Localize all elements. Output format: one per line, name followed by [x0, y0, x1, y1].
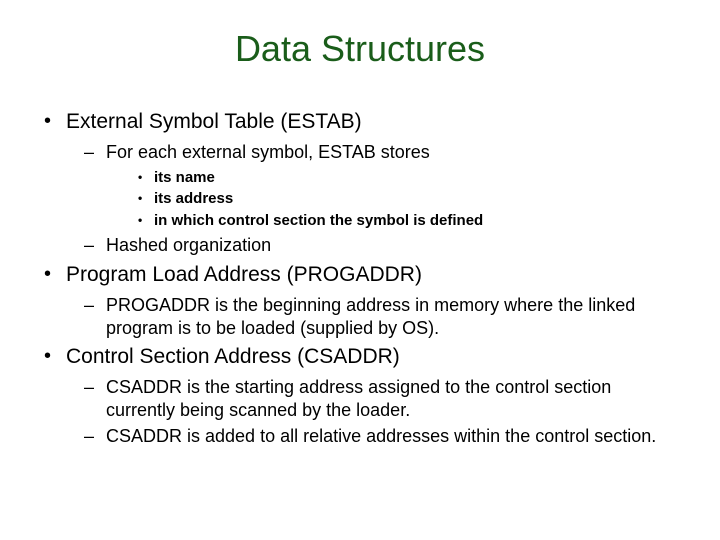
list-item: its address [106, 189, 680, 209]
bullet-list-level1: External Symbol Table (ESTAB) For each e… [40, 108, 680, 448]
item-label: External Symbol Table (ESTAB) [66, 110, 362, 133]
item-label: PROGADDR is the beginning address in mem… [106, 295, 635, 338]
list-item: CSADDR is the starting address assigned … [66, 376, 680, 421]
item-label: CSADDR is the starting address assigned … [106, 377, 611, 420]
item-label: Program Load Address (PROGADDR) [66, 263, 422, 286]
list-item: CSADDR is added to all relative addresse… [66, 425, 680, 448]
list-item: For each external symbol, ESTAB stores i… [66, 141, 680, 230]
list-item: External Symbol Table (ESTAB) For each e… [40, 108, 680, 257]
item-label: Control Section Address (CSADDR) [66, 345, 400, 368]
list-item: Control Section Address (CSADDR) CSADDR … [40, 343, 680, 448]
list-item: Program Load Address (PROGADDR) PROGADDR… [40, 261, 680, 339]
bullet-list-level2: For each external symbol, ESTAB stores i… [66, 141, 680, 257]
bullet-list-level3: its name its address in which control se… [106, 168, 680, 231]
item-label: its address [154, 190, 233, 207]
bullet-list-level2: CSADDR is the starting address assigned … [66, 376, 680, 448]
item-label: For each external symbol, ESTAB stores [106, 142, 430, 162]
item-label: its name [154, 169, 215, 186]
list-item: in which control section the symbol is d… [106, 211, 680, 231]
list-item: its name [106, 168, 680, 188]
item-label: in which control section the symbol is d… [154, 212, 483, 229]
list-item: Hashed organization [66, 234, 680, 257]
item-label: CSADDR is added to all relative addresse… [106, 426, 656, 446]
list-item: PROGADDR is the beginning address in mem… [66, 294, 680, 339]
item-label: Hashed organization [106, 235, 271, 255]
bullet-list-level2: PROGADDR is the beginning address in mem… [66, 294, 680, 339]
slide-title: Data Structures [40, 28, 680, 70]
